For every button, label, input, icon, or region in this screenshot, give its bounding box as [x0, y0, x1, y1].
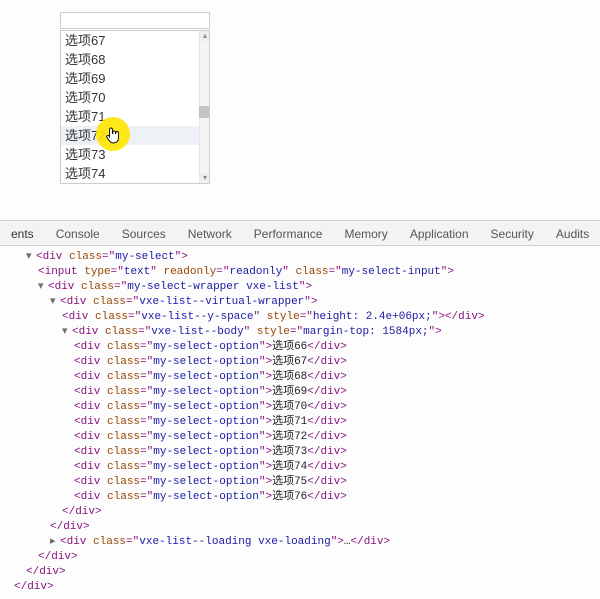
- select-option[interactable]: 选项73: [61, 145, 209, 164]
- dom-node[interactable]: <input type="text" readonly="readonly" c…: [4, 265, 600, 280]
- dom-node[interactable]: </div>: [4, 550, 600, 565]
- elements-panel[interactable]: ▾<div class="my-select"> <input type="te…: [0, 246, 600, 599]
- tab-elements[interactable]: ents: [0, 221, 45, 245]
- dom-node[interactable]: <div class="my-select-option">选项71</div>: [4, 415, 600, 430]
- dom-node[interactable]: <div class="my-select-option">选项74</div>: [4, 460, 600, 475]
- dom-node[interactable]: </div>: [4, 505, 600, 520]
- scroll-down-icon[interactable]: ▾: [200, 173, 210, 183]
- tab-audits[interactable]: Audits: [545, 221, 600, 245]
- tab-performance[interactable]: Performance: [243, 221, 334, 245]
- select-dropdown: 选项67 选项68 选项69 选项70 选项71 选项72 选项73 选项74 …: [60, 30, 210, 184]
- select-input[interactable]: [60, 12, 210, 29]
- dom-node[interactable]: <div class="my-select-option">选项69</div>: [4, 385, 600, 400]
- select-option[interactable]: 选项72: [61, 126, 209, 145]
- dom-node[interactable]: ▾<div class="vxe-list--body" style="marg…: [4, 325, 600, 340]
- select-option[interactable]: 选项70: [61, 88, 209, 107]
- dom-node[interactable]: ▾<div class="vxe-list--virtual-wrapper">: [4, 295, 600, 310]
- dom-node[interactable]: ▾<div class="my-select-wrapper vxe-list"…: [4, 280, 600, 295]
- dom-node[interactable]: </div>: [4, 580, 600, 595]
- devtools-tabs: ents Console Sources Network Performance…: [0, 220, 600, 246]
- tab-console[interactable]: Console: [45, 221, 111, 245]
- select-option[interactable]: 选项74: [61, 164, 209, 183]
- select-option[interactable]: 选项69: [61, 69, 209, 88]
- tab-security[interactable]: Security: [480, 221, 545, 245]
- dom-node[interactable]: <div class="my-select-option">选项72</div>: [4, 430, 600, 445]
- scrollbar-thumb[interactable]: [199, 106, 209, 118]
- dom-node[interactable]: <div class="my-select-option">选项68</div>: [4, 370, 600, 385]
- dom-node[interactable]: </div>: [4, 520, 600, 535]
- dom-node[interactable]: </div>: [4, 565, 600, 580]
- select-option[interactable]: 选项67: [61, 31, 209, 50]
- scroll-up-icon[interactable]: ▴: [200, 31, 210, 41]
- select-option[interactable]: 选项68: [61, 50, 209, 69]
- dom-node[interactable]: ▾<div class="my-select">: [4, 250, 600, 265]
- tab-application[interactable]: Application: [399, 221, 480, 245]
- tab-memory[interactable]: Memory: [333, 221, 398, 245]
- dom-node[interactable]: <div class="my-select-option">选项73</div>: [4, 445, 600, 460]
- dom-node[interactable]: <div class="my-select-option">选项75</div>: [4, 475, 600, 490]
- dom-node[interactable]: ▸<div class="vxe-list--loading vxe-loadi…: [4, 535, 600, 550]
- dom-node[interactable]: <div class="my-select-option">选项76</div>: [4, 490, 600, 505]
- dom-node[interactable]: <div class="my-select-option">选项67</div>: [4, 355, 600, 370]
- select-option[interactable]: 选项71: [61, 107, 209, 126]
- dom-node[interactable]: <div class="my-select-option">选项70</div>: [4, 400, 600, 415]
- tab-sources[interactable]: Sources: [111, 221, 177, 245]
- dom-node[interactable]: <div class="vxe-list--y-space" style="he…: [4, 310, 600, 325]
- scrollbar[interactable]: ▴ ▾: [199, 31, 209, 183]
- dom-node[interactable]: <div class="my-select-option">选项66</div>: [4, 340, 600, 355]
- tab-network[interactable]: Network: [177, 221, 243, 245]
